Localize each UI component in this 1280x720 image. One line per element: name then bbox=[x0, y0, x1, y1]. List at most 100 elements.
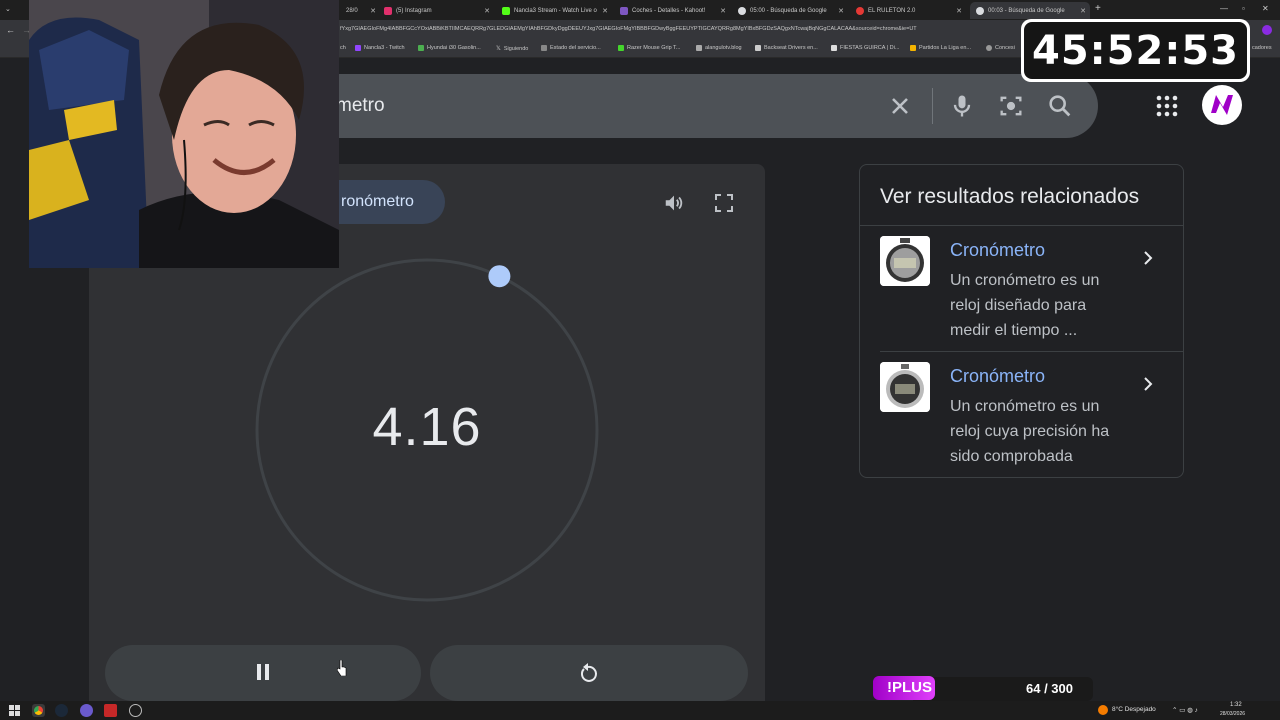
close-tab-icon[interactable]: ✕ bbox=[838, 7, 844, 15]
chrome-icon[interactable] bbox=[32, 704, 45, 717]
close-tab-icon[interactable]: ✕ bbox=[484, 7, 490, 15]
related-link[interactable]: Cronómetro bbox=[950, 240, 1045, 261]
google-icon bbox=[976, 6, 984, 15]
dial-progress-knob[interactable] bbox=[488, 265, 511, 288]
webcam-overlay bbox=[29, 0, 339, 268]
steam-icon[interactable] bbox=[55, 704, 68, 717]
browser-tab[interactable]: 05:00 - Búsqueda de Google ✕ bbox=[732, 2, 848, 19]
bookmark[interactable]: ch bbox=[340, 45, 346, 51]
bookmark[interactable]: FIESTAS GUIRCA | Di... bbox=[831, 45, 899, 51]
bookmark[interactable]: Backseat Drivers en... bbox=[755, 45, 818, 51]
browser-tab-active[interactable]: 00:03 - Búsqueda de Google ✕ bbox=[970, 2, 1090, 19]
pause-icon bbox=[257, 664, 269, 680]
kahoot-icon bbox=[620, 6, 628, 15]
chevron-right-icon bbox=[1144, 377, 1153, 391]
game-icon bbox=[755, 45, 761, 51]
related-link[interactable]: Cronómetro bbox=[950, 366, 1045, 387]
stopwatch-image-icon bbox=[880, 236, 930, 286]
clock-time[interactable]: 1:32 bbox=[1230, 702, 1242, 708]
pause-button[interactable] bbox=[105, 645, 421, 701]
twitch-icon bbox=[355, 45, 361, 51]
search-icon[interactable] bbox=[1046, 92, 1074, 120]
bookmark[interactable]: Estado del servicio... bbox=[541, 45, 601, 51]
close-tab-icon[interactable]: ✕ bbox=[956, 7, 962, 15]
close-window-icon[interactable]: ✕ bbox=[1262, 4, 1269, 13]
related-item[interactable]: Cronómetro Un cronómetro es un reloj cuy… bbox=[860, 352, 1183, 476]
search-input[interactable]: metro bbox=[336, 95, 385, 117]
x-icon: 𝕏 bbox=[496, 46, 501, 52]
profile-icon[interactable] bbox=[1262, 25, 1272, 35]
obs-icon[interactable] bbox=[80, 704, 93, 717]
search-box[interactable]: metro bbox=[300, 74, 1098, 138]
bookmark[interactable]: Razer Mouse Grip T... bbox=[618, 45, 680, 51]
volume-icon[interactable] bbox=[663, 192, 685, 214]
browser-tab[interactable]: (5) Instagram ✕ bbox=[378, 2, 494, 19]
browser-tab[interactable]: 28/0 ✕ bbox=[340, 2, 380, 19]
settings-icon[interactable] bbox=[129, 704, 142, 717]
reset-button[interactable] bbox=[430, 645, 748, 701]
windows-start-icon[interactable] bbox=[8, 704, 21, 717]
stream-timer: 45:52:53 bbox=[1032, 27, 1239, 74]
related-item[interactable]: Cronómetro Un cronómetro es un reloj dis… bbox=[860, 226, 1183, 350]
bookmark[interactable]: Partidos La Liga en... bbox=[910, 45, 971, 51]
mouse-cursor-icon bbox=[337, 660, 347, 676]
tab-menu-icon[interactable]: ⌄ bbox=[5, 5, 11, 13]
bookmark[interactable]: 𝕏 Siguiendo bbox=[496, 45, 528, 53]
taskbar: 8°C Despejado ⌃ ▭ ◍ ♪ 1:32 28/03/2026 bbox=[0, 701, 1280, 720]
stopwatch-thumbnail bbox=[880, 362, 930, 412]
roulette-icon bbox=[856, 6, 864, 15]
browser-tab[interactable]: Coches - Detalles - Kahoot! ✕ bbox=[614, 2, 730, 19]
page-icon bbox=[541, 45, 547, 51]
close-tab-icon[interactable]: ✕ bbox=[602, 7, 608, 15]
kick-icon bbox=[502, 6, 510, 15]
razer-icon bbox=[618, 45, 624, 51]
avatar-logo-icon bbox=[1203, 86, 1241, 124]
tab-title: 00:03 - Búsqueda de Google bbox=[988, 7, 1065, 14]
maximize-icon[interactable]: ▫ bbox=[1242, 4, 1245, 13]
app-icon[interactable] bbox=[104, 704, 117, 717]
bookmark[interactable]: alangulotv.blog bbox=[696, 45, 742, 51]
link-icon bbox=[696, 45, 702, 51]
browser-tab[interactable]: EL RULETON 2.0 ✕ bbox=[850, 2, 966, 19]
related-title: Ver resultados relacionados bbox=[880, 185, 1140, 208]
plus-goal-label: !PLUS bbox=[887, 679, 932, 696]
avatar[interactable] bbox=[1202, 85, 1242, 125]
system-tray-icons[interactable]: ⌃ ▭ ◍ ♪ bbox=[1172, 706, 1198, 714]
hyundai-icon bbox=[418, 45, 424, 51]
tab-title: Coches - Detalles - Kahoot! bbox=[632, 7, 706, 14]
screen: ⌄ 28/0 ✕ (5) Instagram ✕ Nancla3 Stream … bbox=[0, 0, 1280, 720]
camera-lens-icon[interactable] bbox=[997, 92, 1025, 120]
close-tab-icon[interactable]: ✕ bbox=[370, 7, 376, 15]
football-icon bbox=[910, 45, 916, 51]
bookmark[interactable]: Hyundai i30 Gasolin... bbox=[418, 45, 481, 51]
tab-title: (5) Instagram bbox=[396, 7, 432, 14]
tab-title: 28/0 bbox=[346, 7, 358, 14]
bookmark[interactable]: Concesi bbox=[986, 45, 1015, 51]
stopwatch-thumbnail bbox=[880, 236, 930, 286]
close-icon[interactable] bbox=[886, 92, 914, 120]
page-icon bbox=[831, 45, 837, 51]
tab-title: EL RULETON 2.0 bbox=[868, 7, 916, 14]
tab-title: 05:00 - Búsqueda de Google bbox=[750, 7, 827, 14]
close-tab-icon[interactable]: ✕ bbox=[720, 7, 726, 15]
chevron-right-icon bbox=[1144, 251, 1153, 265]
bookmark[interactable]: Nancla3 - Twitch bbox=[355, 45, 405, 51]
microphone-icon[interactable] bbox=[948, 92, 976, 120]
back-icon[interactable]: ← bbox=[6, 25, 15, 35]
chrome-logo bbox=[34, 706, 43, 715]
minimize-icon[interactable]: — bbox=[1220, 4, 1228, 13]
fullscreen-icon[interactable] bbox=[715, 194, 733, 212]
weather-text[interactable]: 8°C Despejado bbox=[1112, 706, 1156, 713]
url-text[interactable]: fYxg7GIAEGIoFMg4IABBFGCcYOxiABBiKBTIIMCA… bbox=[340, 26, 1020, 32]
tab-title: Nancla3 Stream - Watch Live o bbox=[514, 7, 597, 14]
close-tab-icon[interactable]: ✕ bbox=[1080, 7, 1086, 15]
bookmark[interactable]: cadores bbox=[1252, 45, 1272, 51]
stopwatch-time: 4.16 bbox=[372, 397, 482, 457]
related-description: Un cronómetro es un reloj diseñado para … bbox=[950, 272, 1100, 339]
new-tab-icon[interactable]: + bbox=[1095, 3, 1101, 14]
plus-goal-overlay: !PLUS 64 / 300 bbox=[873, 676, 1093, 702]
clock-date[interactable]: 28/03/2026 bbox=[1220, 711, 1245, 717]
browser-tab[interactable]: Nancla3 Stream - Watch Live o ✕ bbox=[496, 2, 612, 19]
apps-grid-icon[interactable] bbox=[1156, 95, 1178, 117]
tab-stopwatch-label: ronómetro bbox=[341, 193, 414, 210]
